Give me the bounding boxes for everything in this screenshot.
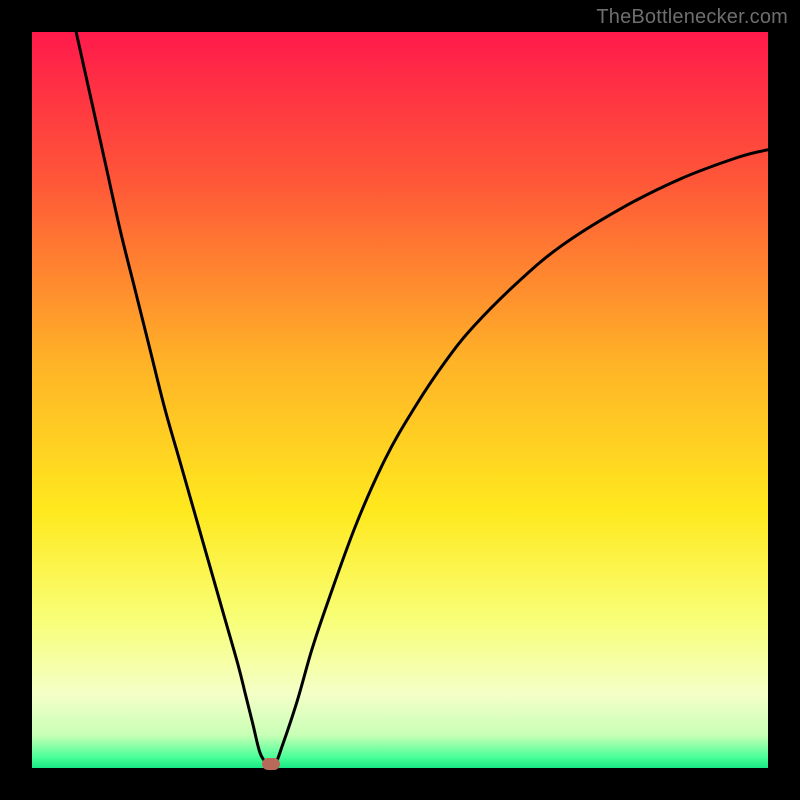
optimal-point-marker — [262, 758, 280, 770]
chart-frame: TheBottlenecker.com — [0, 0, 800, 800]
watermark-text: TheBottlenecker.com — [596, 6, 788, 29]
chart-svg — [32, 32, 768, 768]
chart-background — [32, 32, 768, 768]
chart-plot-area — [32, 32, 768, 768]
